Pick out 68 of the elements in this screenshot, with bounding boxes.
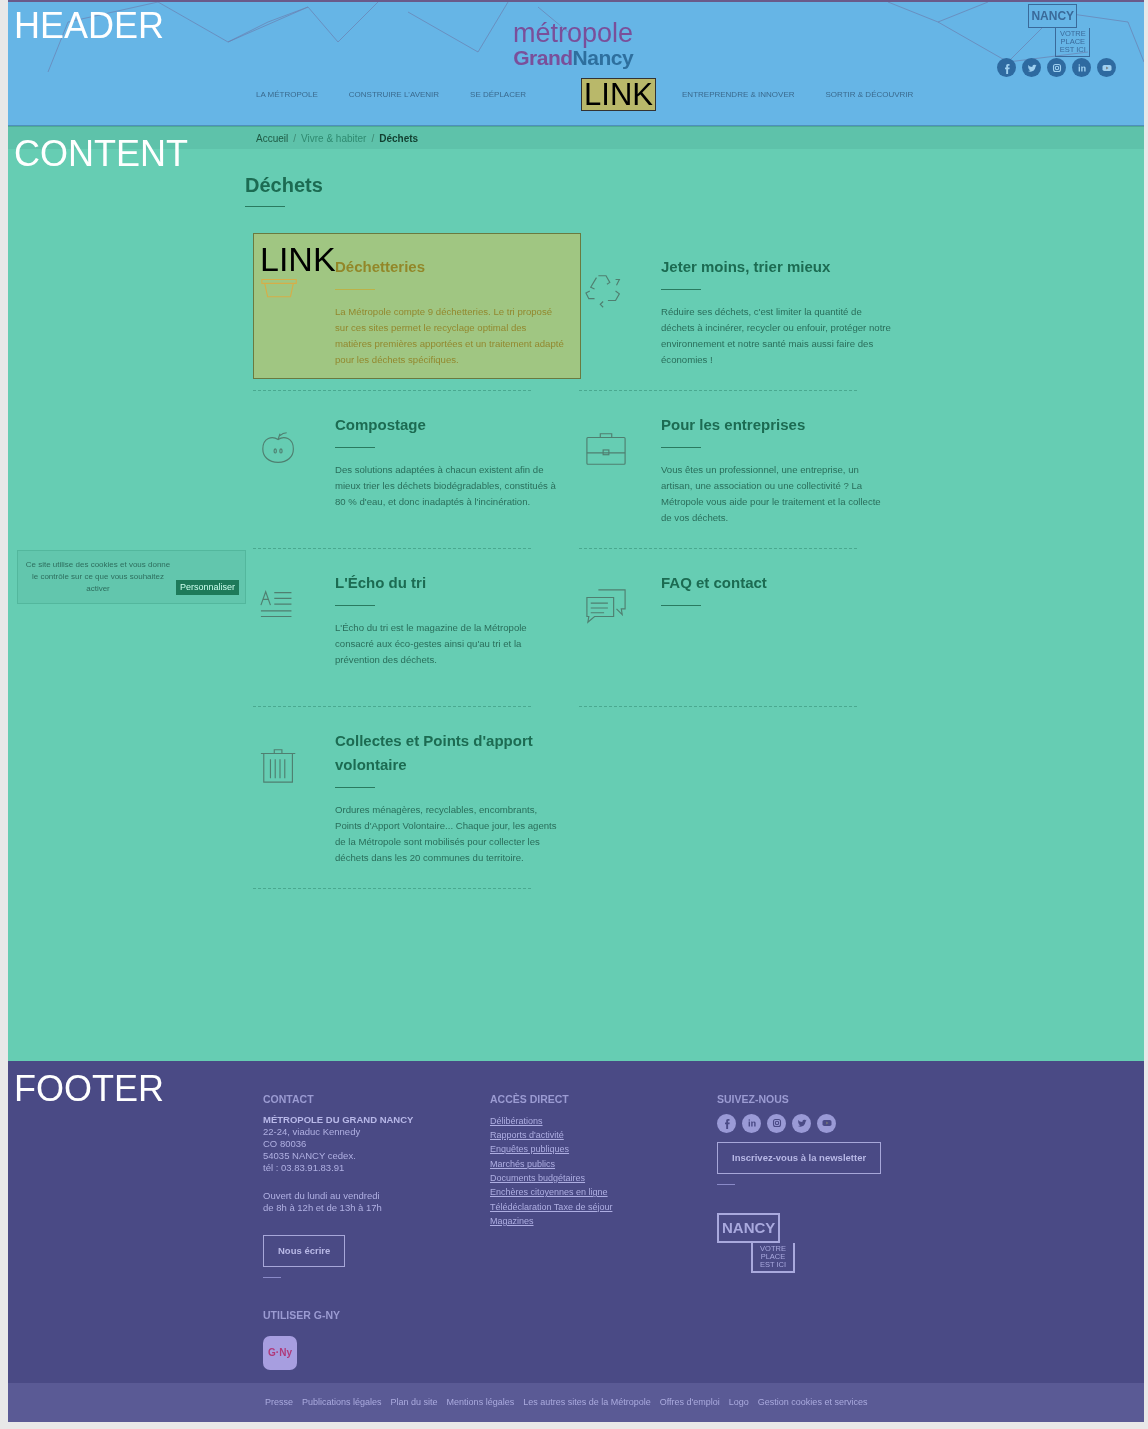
facebook-icon[interactable] xyxy=(997,58,1016,77)
footer-link[interactable]: Délibérations xyxy=(490,1113,717,1129)
footer-heading: ACCÈS DIRECT xyxy=(490,1092,570,1107)
nav-link[interactable]: SORTIR & DÉCOUVRIR xyxy=(825,88,914,101)
breadcrumb-link[interactable]: Accueil xyxy=(256,130,289,146)
footer-heading: UTILISER G-NY xyxy=(263,1308,341,1323)
youtube-icon[interactable] xyxy=(1097,58,1116,77)
footer-link[interactable]: Gestion cookies et services xyxy=(757,1395,868,1410)
footer-heading: CONTACT xyxy=(263,1092,315,1107)
footer-link[interactable]: Enchères citoyennes en ligne xyxy=(490,1185,717,1200)
footer-link[interactable]: Enquêtes publiques xyxy=(490,1142,717,1157)
card-description: La Métropole compte 9 déchetteries. Le tri proposé sur ces sites permet le recyclage optimal des matières premières apportées et un traitement adapté pour les déchets spécifiques. xyxy=(335,305,565,367)
region-label: HEADER xyxy=(14,8,165,44)
organization-name: MÉTROPOLE DU GRAND NANCY xyxy=(263,1113,415,1126)
facebook-icon[interactable] xyxy=(717,1113,736,1133)
contact-button[interactable]: Nous écrire xyxy=(263,1234,346,1267)
region-label: FOOTER xyxy=(14,1071,164,1107)
card-title[interactable]: FAQ et contact xyxy=(661,571,891,595)
footer-link[interactable]: Offres d'emploi xyxy=(659,1395,720,1410)
link-annotation: LINK xyxy=(581,78,657,111)
card-description: L'Écho du tri est le magazine de la Métropole consacré aux éco-gestes ainsi qu'au tri et la prévention des déchets. xyxy=(335,621,528,667)
logo-text: GrandNancy xyxy=(513,47,634,68)
instagram-icon[interactable] xyxy=(767,1113,786,1133)
footer-link[interactable]: Plan du site xyxy=(390,1395,438,1410)
footer-link[interactable]: Magazines xyxy=(490,1213,717,1229)
cookie-message: Ce site utilise des cookies et vous donne le contrôle sur ce que vous souhaitez activer xyxy=(24,559,172,595)
breadcrumb-separator: / xyxy=(293,131,297,146)
breadcrumb-link[interactable]: Vivre & habiter xyxy=(301,130,367,146)
card-title[interactable]: Déchetteries xyxy=(335,255,565,279)
card-title[interactable]: Collectes et Points d'apport volontaire xyxy=(335,729,565,777)
app-icon[interactable]: G·Ny xyxy=(263,1335,297,1370)
card-description: Ordures ménagères, recyclables, encombrants, Points d'Apport Volontaire... Chaque jour, les agents de la Métropole sont mobilisés pour collecter les déchets dans les 20 communes du territoire. xyxy=(335,803,558,865)
card-title[interactable]: Pour les entreprises xyxy=(661,413,891,437)
twitter-icon[interactable] xyxy=(792,1113,811,1133)
breadcrumb-current[interactable]: Déchets xyxy=(379,130,419,146)
footer-link[interactable]: Logo xyxy=(728,1395,749,1410)
card-description: Des solutions adaptées à chacun existent afin de mieux trier les déchets biodégradables, constitués à 80 % d'eau, et donc inadaptés à l'incinération. xyxy=(335,463,557,509)
nav-link[interactable]: LA MÉTROPOLE xyxy=(256,88,318,101)
footer-link[interactable]: Les autres sites de la Métropole xyxy=(523,1395,651,1410)
nav-link[interactable]: CONSTRUIRE L'AVENIR xyxy=(348,88,440,101)
linkedin-icon[interactable] xyxy=(1072,58,1091,77)
footer-link[interactable]: Publications légales xyxy=(302,1395,382,1410)
card-description: Vous êtes un professionnel, une entreprise, un artisan, une association ou une collectivité ? La Métropole vous aide pour le traitement et la collecte de vos déchets. xyxy=(661,463,882,525)
card-title[interactable]: Jeter moins, trier mieux xyxy=(661,255,891,279)
page-title: Déchets xyxy=(245,173,324,197)
breadcrumb-separator: / xyxy=(371,131,375,146)
youtube-icon[interactable] xyxy=(817,1113,836,1133)
customize-button[interactable]: Personnaliser xyxy=(175,580,239,595)
twitter-icon[interactable] xyxy=(1022,58,1041,77)
footer-heading: SUIVEZ-NOUS xyxy=(717,1092,790,1107)
footer-link[interactable]: Mentions légales xyxy=(446,1395,515,1410)
nav-link[interactable]: ENTREPRENDRE & INNOVER xyxy=(682,88,795,101)
footer-link[interactable]: Rapports d'activité xyxy=(490,1128,717,1143)
opening-hours: Ouvert du lundi au vendredi de 8h à 12h et de 13h à 17h xyxy=(263,1189,383,1214)
region-label: CONTENT xyxy=(14,136,188,172)
card-description: Réduire ses déchets, c'est limiter la quantité de déchets à incinérer, recycler ou enfouir, protéger notre environnement et notre santé mais aussi faire des économies ! xyxy=(661,305,891,367)
footer-link[interactable]: Documents budgétaires xyxy=(490,1170,717,1186)
address-text: 22-24, viaduc Kennedy CO 80036 54035 NANCY cedex. tél : 03.83.91.83.91 xyxy=(263,1125,362,1174)
card-title[interactable]: Compostage xyxy=(335,413,565,437)
footer-link[interactable]: Télédéclaration Taxe de séjour xyxy=(490,1199,717,1214)
instagram-icon[interactable] xyxy=(1047,58,1066,77)
footer-link[interactable]: Marchés publics xyxy=(490,1156,717,1171)
footer-link[interactable]: Presse xyxy=(265,1395,293,1410)
logo-text: métropole xyxy=(513,20,634,47)
card-title[interactable]: L'Écho du tri xyxy=(335,571,565,595)
linkedin-icon[interactable] xyxy=(742,1113,761,1133)
newsletter-button[interactable]: Inscrivez-vous à la newsletter xyxy=(717,1141,882,1174)
nav-link[interactable]: SE DÉPLACER xyxy=(470,88,527,101)
